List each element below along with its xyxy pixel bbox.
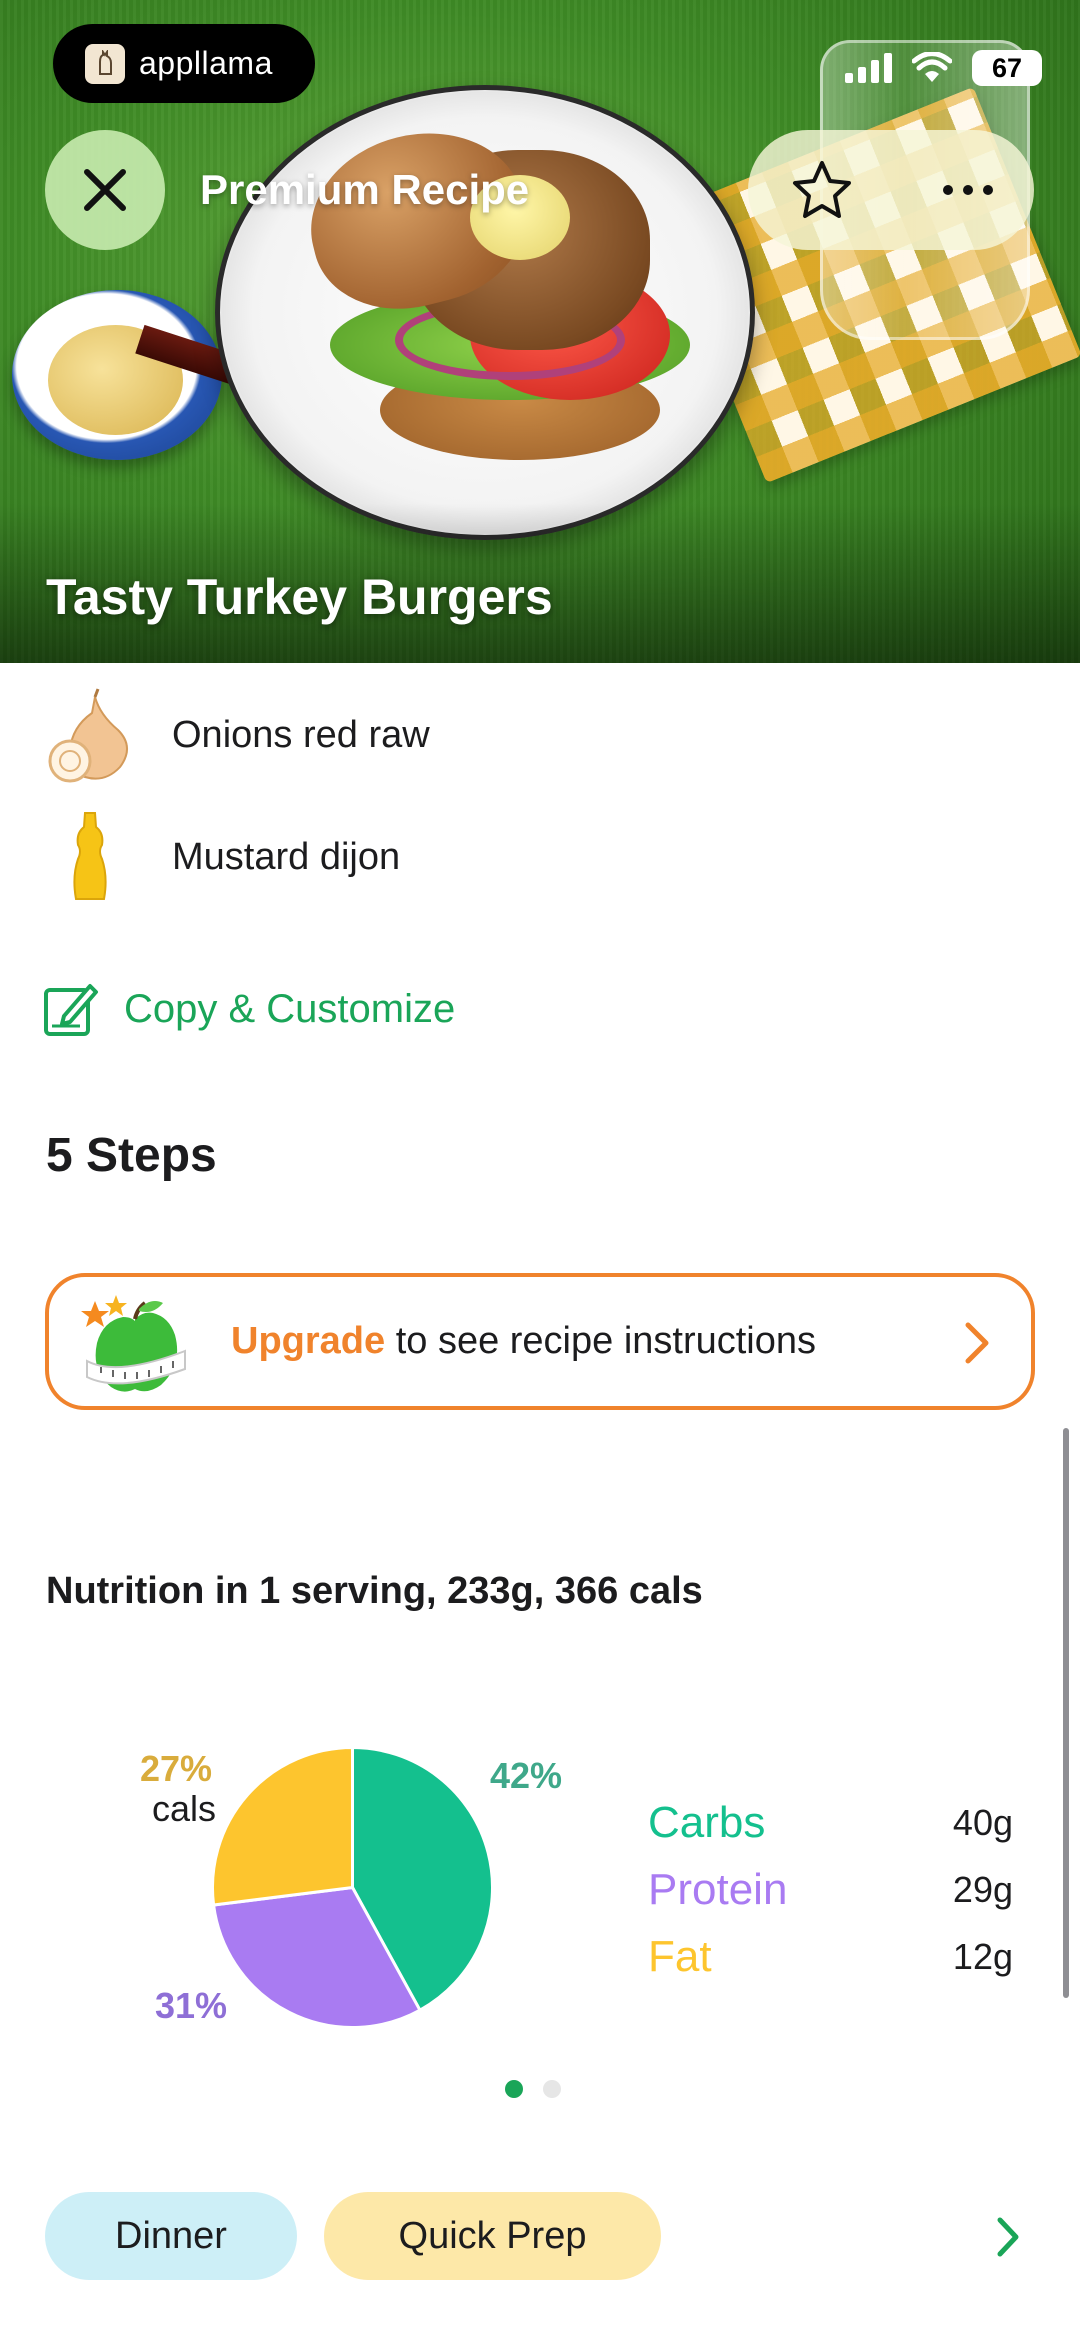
legend-fat-value: 12g [952, 1936, 1013, 1977]
chevron-right-icon [965, 1322, 989, 1364]
page-indicator[interactable] [505, 2080, 561, 2098]
fat-percent-label: 27% [140, 1748, 213, 1789]
upgrade-text: to see recipe instructions [385, 1320, 817, 1362]
page-dot[interactable] [543, 2080, 561, 2098]
ingredient-name: Onions red raw [172, 713, 430, 756]
upgrade-banner[interactable]: Upgrade to see recipe instructions [45, 1273, 1035, 1410]
onion-icon [48, 688, 128, 783]
status-app-name: appllama [139, 45, 273, 81]
carbs-percent-label: 42% [490, 1755, 563, 1796]
legend-fat-name: Fat [648, 1932, 712, 1981]
ingredient-name: Mustard dijon [172, 835, 401, 878]
actions-pill [748, 130, 1034, 250]
legend-fat: Fat 12g [648, 1927, 1013, 1987]
cellular-signal-icon [845, 53, 892, 83]
tag-quick-prep[interactable]: Quick Prep [324, 2192, 661, 2280]
page-title: Premium Recipe [200, 166, 530, 213]
wifi-icon [912, 52, 952, 82]
nutrition-heading: Nutrition in 1 serving, 233g, 366 cals [46, 1570, 703, 1612]
ingredient-row[interactable]: Onions red raw [0, 680, 1080, 790]
close-icon [84, 169, 126, 211]
edit-icon [44, 984, 98, 1036]
steps-heading: 5 Steps [46, 1129, 217, 1182]
more-options-icon[interactable] [942, 183, 994, 197]
legend-carbs: Carbs 40g [648, 1793, 1013, 1853]
upgrade-highlight: Upgrade [231, 1320, 386, 1362]
macro-pie-chart [211, 1745, 494, 2029]
legend-carbs-value: 40g [952, 1802, 1013, 1843]
llama-icon [85, 43, 125, 84]
star-icon[interactable] [790, 159, 854, 221]
battery-indicator: 67 [972, 50, 1042, 86]
scrollbar[interactable] [1063, 1428, 1069, 1998]
copy-customize-link[interactable]: Copy & Customize [42, 980, 455, 1038]
tag-dinner[interactable]: Dinner [45, 2192, 297, 2280]
status-app-pill: appllama [53, 24, 315, 103]
close-button[interactable] [45, 130, 165, 250]
copy-customize-label: Copy & Customize [124, 986, 456, 1031]
page-dot-active[interactable] [505, 2080, 523, 2098]
ingredient-row[interactable]: Mustard dijon [0, 802, 1080, 912]
recipe-title: Tasty Turkey Burgers [46, 569, 553, 625]
chevron-right-icon[interactable] [995, 2216, 1021, 2258]
pie-slice-fat [211, 1745, 354, 1907]
legend-protein: Protein 29g [648, 1860, 1013, 1920]
legend-protein-value: 29g [952, 1869, 1013, 1910]
status-indicators: 67 [845, 50, 1042, 86]
mustard-bottle-icon [73, 812, 107, 900]
cals-label: cals [152, 1788, 217, 1829]
protein-percent-label: 31% [155, 1985, 228, 2026]
legend-protein-name: Protein [648, 1865, 788, 1914]
apple-measuring-tape-icon [81, 1295, 186, 1392]
legend-carbs-name: Carbs [648, 1798, 766, 1847]
upgrade-message: Upgrade to see recipe instructions [231, 1320, 816, 1363]
